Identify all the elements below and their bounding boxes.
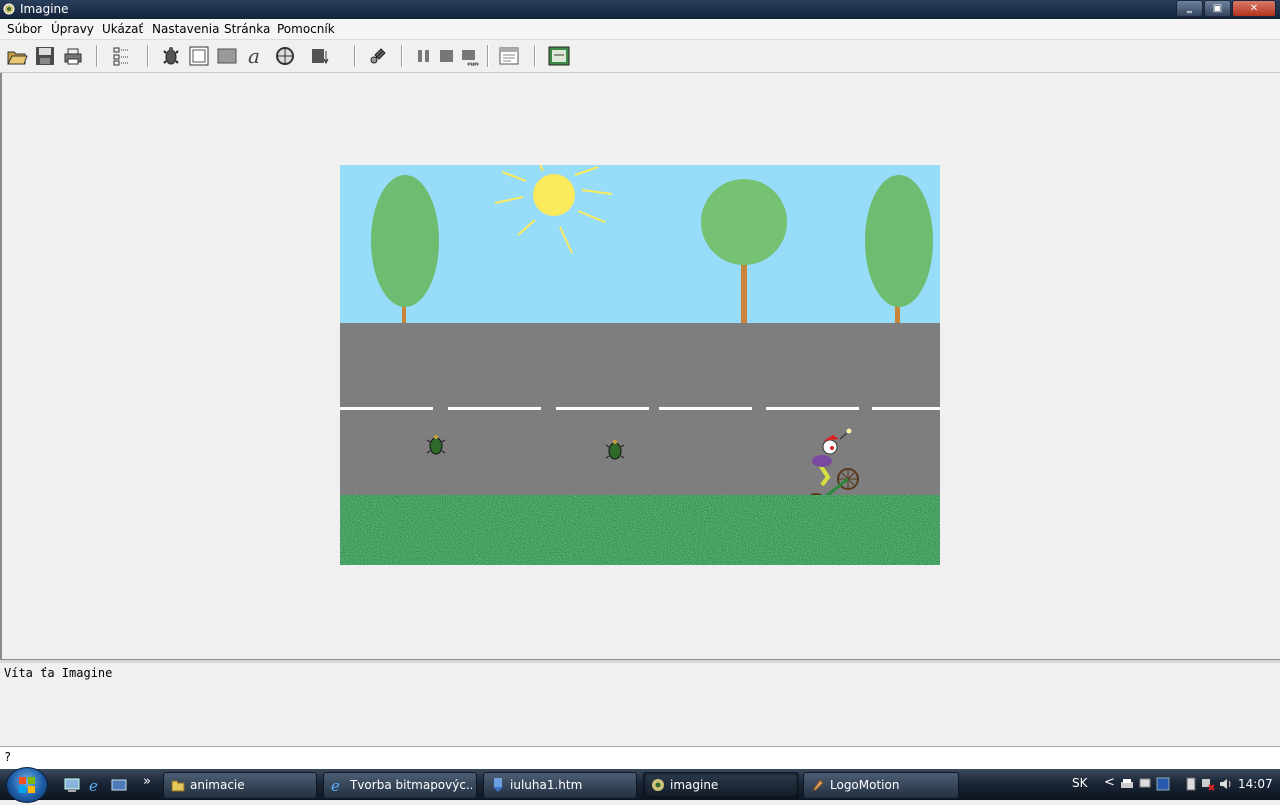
menu-upravy[interactable]: Úpravy xyxy=(51,22,94,36)
menu-pomocnik[interactable]: Pomocník xyxy=(277,22,335,36)
toolbar-separator xyxy=(96,45,98,67)
quicklaunch-more[interactable]: » xyxy=(143,774,151,789)
system-tray: SK < 14:07 xyxy=(1064,769,1280,800)
taskbar: e » animacie e Tvorba bitmapovýc... iulu… xyxy=(0,767,1280,803)
page-icon[interactable] xyxy=(548,45,570,67)
welcome-message: Víta ťa Imagine xyxy=(4,666,113,680)
network-error-icon[interactable] xyxy=(1201,777,1215,791)
ie-icon[interactable]: e xyxy=(88,777,104,793)
download-icon xyxy=(493,778,503,792)
save-disk-icon[interactable] xyxy=(34,45,56,67)
toolbar-separator xyxy=(534,45,536,67)
task-iuluha1[interactable]: iuluha1.htm xyxy=(483,772,637,799)
output-pane: Víta ťa Imagine xyxy=(0,663,1280,745)
lane-markings xyxy=(340,407,940,410)
open-folder-icon[interactable] xyxy=(6,45,28,67)
toolbar-separator xyxy=(487,45,489,67)
windows-logo-icon xyxy=(19,777,35,793)
maximize-button[interactable]: ▣ xyxy=(1204,0,1231,17)
command-line-input[interactable]: ? xyxy=(0,746,1280,769)
menu-stranka[interactable]: Stránka xyxy=(224,22,270,36)
command-prompt: ? xyxy=(4,750,12,764)
window-controls: ‗ ▣ ✕ xyxy=(1176,0,1276,17)
slider-icon[interactable] xyxy=(309,45,331,67)
toolbar-separator xyxy=(147,45,149,67)
toolbar-separator xyxy=(354,45,356,67)
folder-icon xyxy=(171,780,185,792)
task-imagine[interactable]: imagine xyxy=(643,772,799,799)
svg-text:e: e xyxy=(89,777,98,793)
print-icon[interactable] xyxy=(62,45,84,67)
device-tray-icon[interactable] xyxy=(1184,777,1198,791)
menu-subor[interactable]: Súbor xyxy=(7,22,42,36)
ie-icon: e xyxy=(331,777,340,793)
network-tray-icon[interactable] xyxy=(1138,777,1152,791)
stop-icon[interactable] xyxy=(436,45,458,67)
menu-nastavenia[interactable]: Nastavenia xyxy=(152,22,219,36)
update-tray-icon[interactable] xyxy=(1156,777,1170,791)
svg-text:run: run xyxy=(468,61,478,67)
run-icon[interactable]: run xyxy=(459,45,481,67)
title-bar: Imagine ‗ ▣ ✕ xyxy=(0,0,1280,19)
properties-icon[interactable] xyxy=(498,45,520,67)
tree-view-icon[interactable] xyxy=(111,45,133,67)
volume-icon[interactable] xyxy=(1219,777,1233,791)
toolbar-separator xyxy=(401,45,403,67)
task-tvorba-bitmapovych[interactable]: e Tvorba bitmapovýc... xyxy=(323,772,477,799)
window-title: Imagine xyxy=(20,2,69,16)
show-desktop-icon[interactable] xyxy=(64,777,80,793)
close-button[interactable]: ✕ xyxy=(1232,0,1276,17)
button-icon[interactable] xyxy=(274,45,296,67)
turtle-icon[interactable] xyxy=(160,45,182,67)
panel-icon[interactable] xyxy=(216,45,238,67)
language-indicator[interactable]: SK xyxy=(1072,776,1088,790)
menu-ukazat[interactable]: Ukázať xyxy=(102,22,143,36)
text-icon[interactable]: a xyxy=(244,45,266,67)
imagine-icon xyxy=(652,779,664,791)
page-canvas[interactable] xyxy=(340,165,940,565)
svg-text:e: e xyxy=(331,777,340,793)
start-button[interactable] xyxy=(6,767,48,803)
printer-tray-icon[interactable] xyxy=(1120,777,1134,791)
plugin-icon[interactable] xyxy=(367,45,389,67)
frame-icon[interactable] xyxy=(188,45,210,67)
street-scene xyxy=(340,165,940,565)
tray-expand-arrow[interactable]: < xyxy=(1104,775,1115,790)
switch-windows-icon[interactable] xyxy=(111,777,127,793)
clock[interactable]: 14:07 xyxy=(1238,777,1273,791)
logomotion-icon xyxy=(812,779,824,791)
svg-text:a: a xyxy=(248,45,260,67)
task-logomotion[interactable]: LogoMotion xyxy=(803,772,959,799)
toolbar: a run xyxy=(0,40,1280,73)
menu-bar: Súbor Úpravy Ukázať Nastavenia Stránka P… xyxy=(0,19,1280,40)
minimize-button[interactable]: ‗ xyxy=(1176,0,1203,17)
task-animacie[interactable]: animacie xyxy=(163,772,317,799)
imagine-app-icon xyxy=(3,3,15,15)
pause-icon[interactable] xyxy=(413,45,435,67)
